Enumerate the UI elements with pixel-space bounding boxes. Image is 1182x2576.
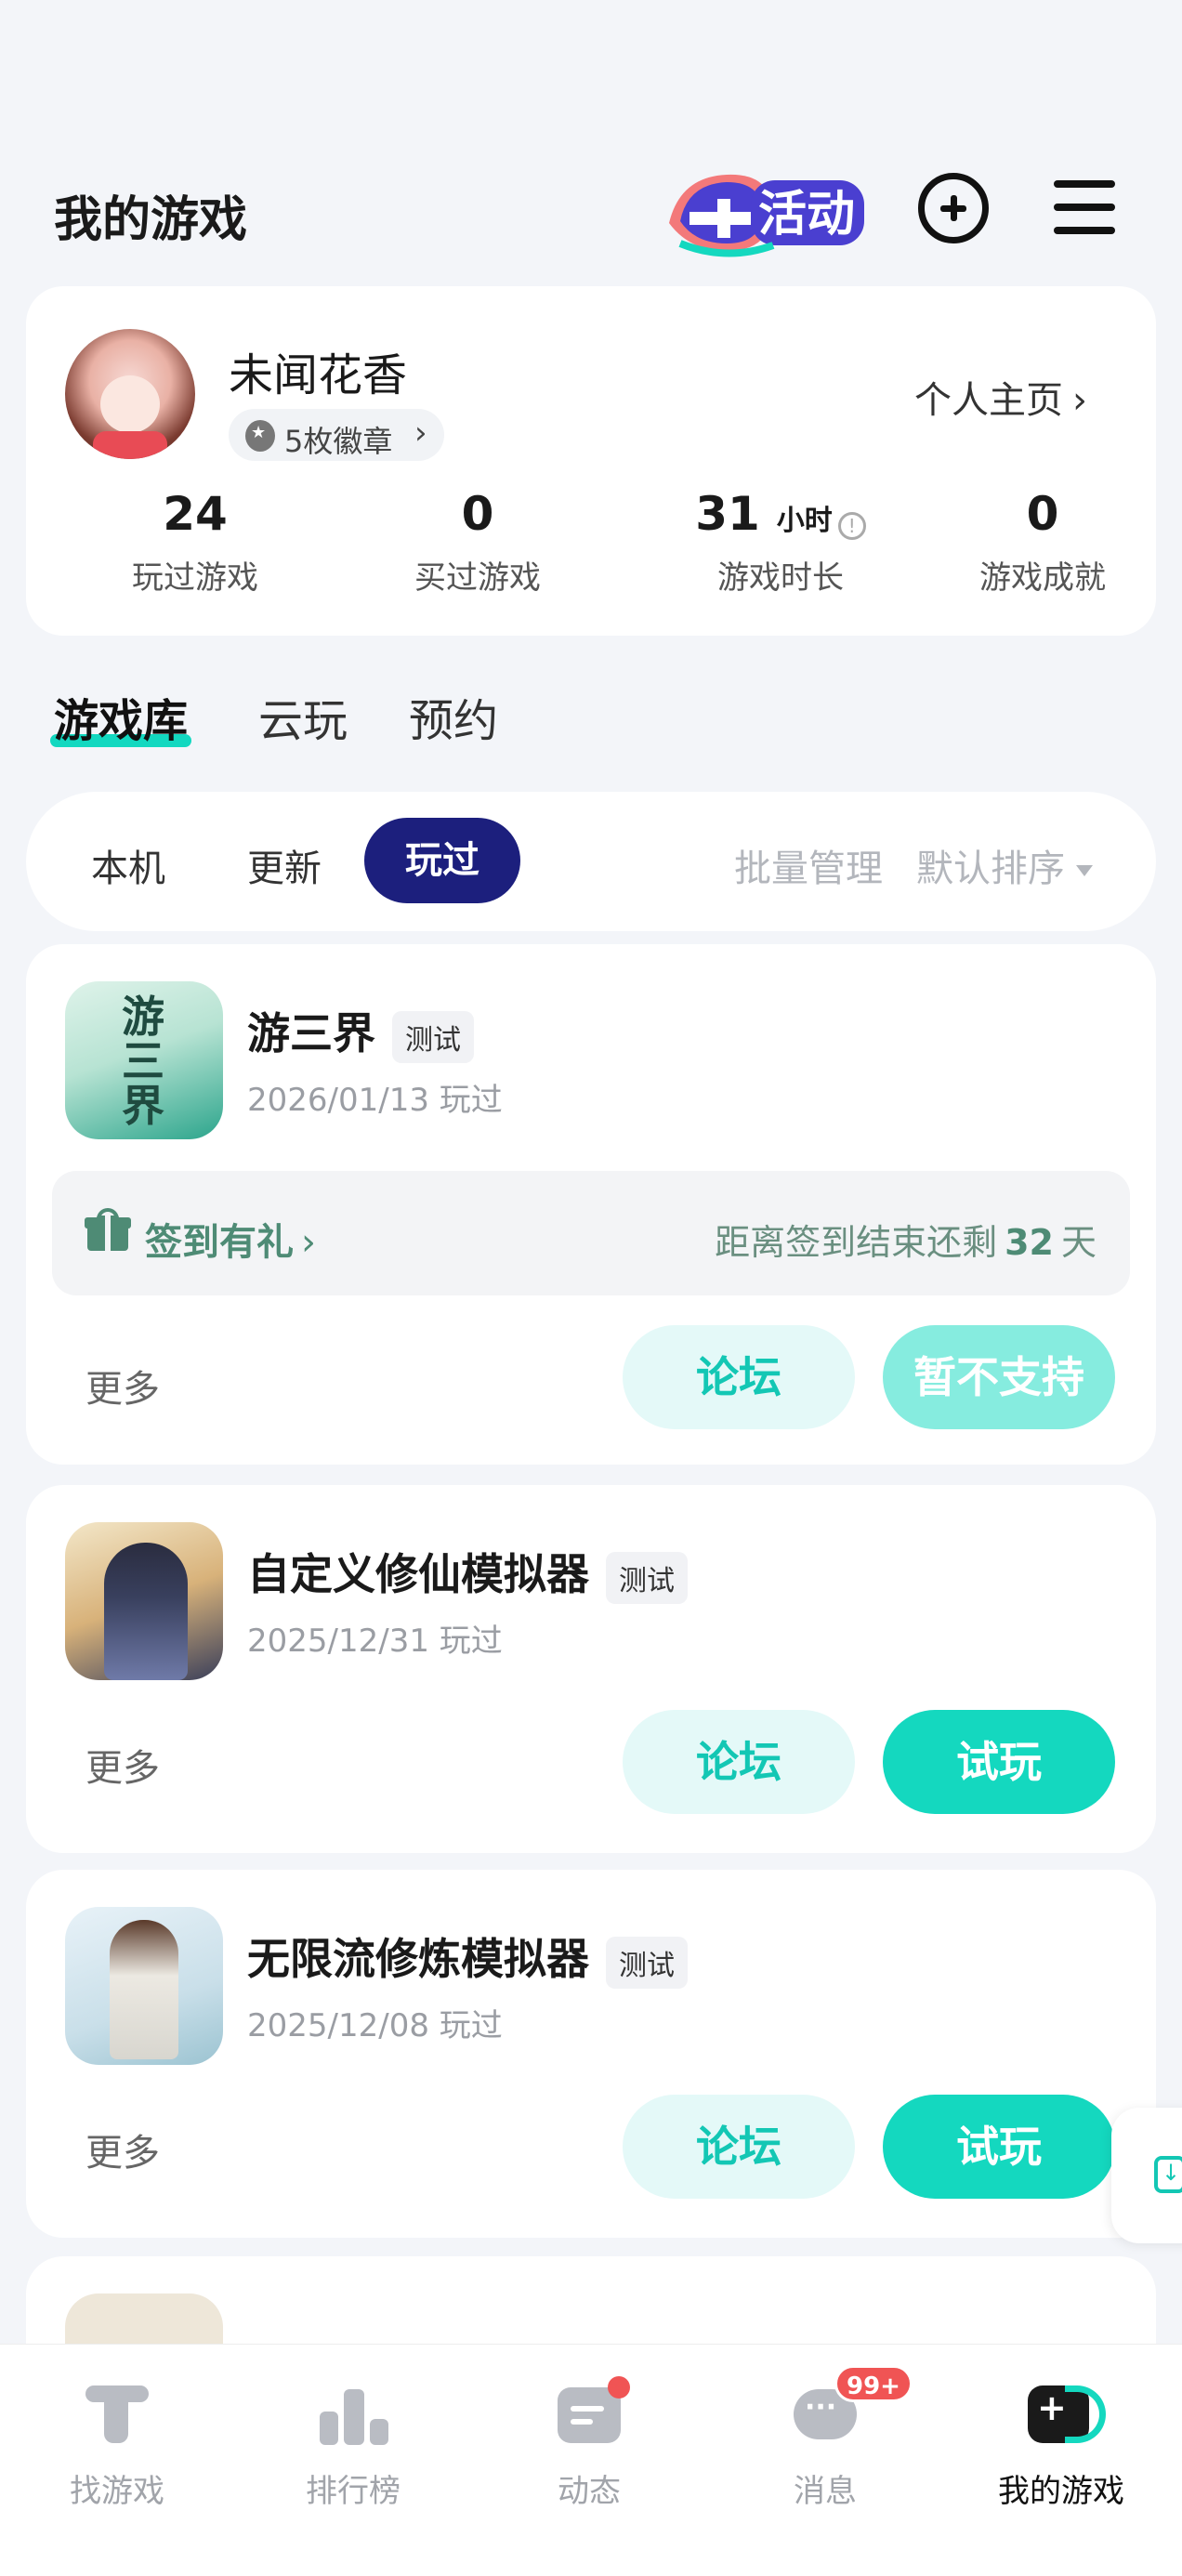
chevron-right-icon: › bbox=[301, 1221, 316, 1264]
download-manager-button[interactable] bbox=[1111, 2108, 1182, 2243]
find-game-icon bbox=[80, 2376, 154, 2451]
caret-down-icon bbox=[1076, 865, 1093, 876]
sort-dropdown[interactable]: 默认排序 bbox=[916, 838, 1093, 892]
event-logo[interactable]: 活动 bbox=[662, 158, 868, 260]
last-played-date: 2026/01/13 玩过 bbox=[247, 1082, 503, 1119]
download-icon bbox=[1154, 2156, 1182, 2193]
last-played-date: 2025/12/08 玩过 bbox=[247, 2007, 503, 2044]
stat-achievements[interactable]: 0 游戏成就 bbox=[931, 487, 1154, 598]
more-button[interactable]: 更多 bbox=[85, 1359, 160, 1413]
more-button[interactable]: 更多 bbox=[85, 2123, 160, 2176]
unread-badge: 99+ bbox=[834, 2365, 913, 2402]
game-title: 游三界 测试 bbox=[247, 1000, 474, 1063]
badges-button[interactable]: 5枚徽章 › bbox=[229, 409, 444, 461]
filter-bar: 本机 更新 玩过 批量管理 默认排序 bbox=[26, 792, 1156, 931]
game-title: 自定义修仙模拟器 测试 bbox=[247, 1541, 688, 1604]
unsupported-button[interactable]: 暂不支持 bbox=[883, 1325, 1115, 1429]
medal-icon bbox=[245, 420, 275, 452]
filter-local[interactable]: 本机 bbox=[91, 838, 165, 892]
header: 我的游戏 活动 bbox=[0, 139, 1182, 279]
bottom-nav: 找游戏 排行榜 动态 99+ 消息 我的游戏 bbox=[0, 2344, 1182, 2576]
ranking-icon bbox=[316, 2376, 390, 2451]
chevron-right-icon: › bbox=[414, 414, 427, 452]
forum-button[interactable]: 论坛 bbox=[623, 1710, 855, 1814]
game-card[interactable]: 无限流修炼模拟器 测试 2025/12/08 玩过 更多 论坛 试玩 bbox=[26, 1870, 1156, 2238]
game-icon[interactable] bbox=[65, 1907, 223, 2065]
test-tag: 测试 bbox=[606, 1936, 688, 1989]
nav-ranking[interactable]: 排行榜 bbox=[260, 2376, 446, 2511]
filter-played[interactable]: 玩过 bbox=[364, 818, 520, 903]
game-title: 无限流修炼模拟器 测试 bbox=[247, 1925, 688, 1989]
signin-remaining: 距离签到结束还剩 32 天 bbox=[715, 1222, 1097, 1263]
try-play-button[interactable]: 试玩 bbox=[883, 2095, 1115, 2199]
more-button[interactable]: 更多 bbox=[85, 1738, 160, 1792]
add-icon[interactable] bbox=[918, 173, 989, 243]
homepage-link[interactable]: 个人主页 › bbox=[914, 370, 1087, 424]
nav-messages[interactable]: 99+ 消息 bbox=[732, 2365, 918, 2511]
batch-manage-button[interactable]: 批量管理 bbox=[734, 838, 883, 892]
feed-icon bbox=[552, 2376, 630, 2451]
test-tag: 测试 bbox=[606, 1551, 688, 1604]
forum-button[interactable]: 论坛 bbox=[623, 1325, 855, 1429]
info-icon[interactable]: ! bbox=[837, 511, 866, 540]
username: 未闻花香 bbox=[229, 349, 408, 401]
message-icon: 99+ bbox=[788, 2365, 913, 2451]
nav-find-game[interactable]: 找游戏 bbox=[24, 2376, 210, 2511]
tab-cloud-play[interactable]: 云玩 bbox=[258, 684, 348, 749]
stat-bought-games[interactable]: 0 买过游戏 bbox=[366, 487, 589, 598]
notification-dot bbox=[608, 2376, 630, 2399]
stat-played-games[interactable]: 24 玩过游戏 bbox=[84, 487, 307, 598]
last-played-date: 2025/12/31 玩过 bbox=[247, 1623, 503, 1660]
forum-button[interactable]: 论坛 bbox=[623, 2095, 855, 2199]
nav-feed[interactable]: 动态 bbox=[496, 2376, 682, 2511]
stat-play-time[interactable]: 31 小时! 游戏时长 bbox=[641, 487, 920, 598]
my-games-icon bbox=[1024, 2376, 1106, 2451]
game-icon[interactable] bbox=[65, 1522, 223, 1680]
signin-banner[interactable]: 签到有礼 › 距离签到结束还剩 32 天 bbox=[52, 1171, 1130, 1295]
try-play-button[interactable]: 试玩 bbox=[883, 1710, 1115, 1814]
filter-updates[interactable]: 更新 bbox=[247, 838, 322, 892]
nav-my-games[interactable]: 我的游戏 bbox=[968, 2376, 1154, 2511]
avatar[interactable] bbox=[65, 329, 195, 459]
signin-label: 签到有礼 › bbox=[145, 1221, 316, 1264]
game-card[interactable]: 自定义修仙模拟器 测试 2025/12/31 玩过 更多 论坛 试玩 bbox=[26, 1485, 1156, 1853]
tab-library[interactable]: 游戏库 bbox=[49, 684, 192, 749]
game-card[interactable]: 游三界 游三界 测试 2026/01/13 玩过 签到有礼 › 距离签到结束还剩 32… bbox=[26, 944, 1156, 1465]
game-icon[interactable]: 游三界 bbox=[65, 981, 223, 1139]
chevron-right-icon: › bbox=[1072, 379, 1087, 422]
test-tag: 测试 bbox=[392, 1010, 474, 1063]
tab-reservations[interactable]: 预约 bbox=[409, 684, 498, 749]
page-title: 我的游戏 bbox=[54, 192, 248, 248]
menu-icon[interactable] bbox=[1054, 180, 1115, 234]
gift-icon bbox=[85, 1208, 131, 1251]
profile-card: 未闻花香 5枚徽章 › 个人主页› 24 玩过游戏 0 买过游戏 31小时! 游… bbox=[26, 286, 1156, 636]
svg-text:活动: 活动 bbox=[758, 187, 855, 243]
